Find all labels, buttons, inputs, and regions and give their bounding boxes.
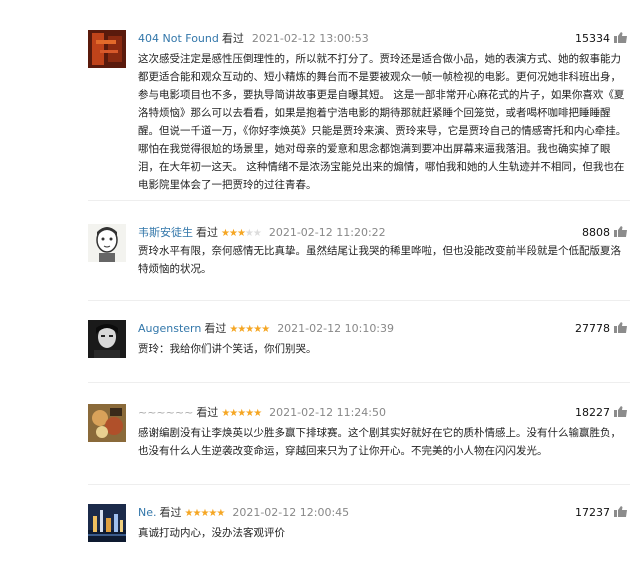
username-link[interactable]: ~~~~~~ [138,406,193,419]
username-link[interactable]: 韦斯安徒生 [138,226,193,239]
vote-number: 27778 [575,322,610,335]
vote-count: 27778 [575,320,628,338]
vote-count: 15334 [575,30,628,48]
vote-number: 15334 [575,32,610,45]
avatar[interactable] [88,504,126,542]
username-link[interactable]: Ne. [138,506,157,519]
watch-status: 看过 [196,226,218,239]
rating-stars: ★★★★★ [221,228,262,239]
rating-stars: ★★★★★ [221,408,262,419]
star-filled-icon: ★ [236,228,246,239]
thumbs-up-icon[interactable] [614,406,628,417]
rating-stars: ★★★★★ [185,508,226,519]
divider [88,382,630,383]
thumbs-up-icon[interactable] [614,322,628,333]
divider [88,300,630,301]
comment-text: 贾玲：我给你们讲个笑话，你们别哭。 [138,343,317,355]
thumbs-up-icon[interactable] [614,32,628,43]
comment-text: 真诚打动内心，没办法客观评价 [138,527,285,539]
vote-number: 8808 [582,226,610,239]
comment-header: 韦斯安徒生 看过 ★★★★★ 2021-02-12 11:20:22 [138,224,386,242]
thumbs-up-icon[interactable] [614,506,628,517]
comment-header: Augenstern 看过 ★★★★★ 2021-02-12 10:10:39 [138,320,394,338]
watch-status: 看过 [196,406,219,419]
avatar[interactable] [88,320,126,358]
comment-date: 2021-02-12 10:10:39 [277,322,395,335]
watch-status: 看过 [159,506,182,519]
comment-date: 2021-02-12 11:20:22 [268,226,386,239]
vote-count: 8808 [582,224,628,242]
vote-number: 18227 [575,406,610,419]
star-empty-icon: ★ [252,228,262,239]
comment-date: 2021-02-12 13:00:53 [251,32,369,45]
star-filled-icon: ★ [261,324,270,335]
star-filled-icon: ★ [221,228,230,239]
divider [88,200,630,201]
comment-date: 2021-02-12 11:24:50 [269,406,386,419]
username-link[interactable]: 404 Not Found [138,32,219,45]
thumbs-up-icon[interactable] [614,226,628,237]
comment-header: Ne. 看过 ★★★★★ 2021-02-12 12:00:45 [138,504,349,522]
vote-count: 17237 [575,504,628,522]
watch-status: 看过 [221,32,244,45]
vote-number: 17237 [575,506,610,519]
star-empty-icon: ★ [244,228,254,239]
vote-count: 18227 [575,404,628,422]
star-filled-icon: ★ [253,408,262,419]
avatar[interactable] [88,224,126,262]
watch-status: 看过 [204,322,227,335]
divider [88,484,630,485]
avatar[interactable] [88,404,126,442]
comment-text: 贾玲水平有限，奈何感情无比真挚。虽然结尾让我哭的稀里哗啦，但也没能改变前半段就是… [138,245,621,275]
comment-text: 这次感受注定是感性压倒理性的，所以就不打分了。贾玲还是适合做小品，她的表演方式、… [138,53,627,191]
comment-header: 404 Not Found 看过 2021-02-12 13:00:53 [138,30,369,48]
comment-date: 2021-02-12 12:00:45 [232,506,350,519]
star-filled-icon: ★ [245,408,254,419]
avatar[interactable] [88,30,126,68]
username-link[interactable]: Augenstern [138,322,201,335]
star-filled-icon: ★ [216,508,225,519]
comment-header: ~~~~~~ 看过 ★★★★★ 2021-02-12 11:24:50 [138,404,386,422]
comment-text: 感谢编剧没有让李焕英以少胜多赢下排球赛。这个剧其实好就好在它的质朴情感上。没有什… [138,427,621,457]
rating-stars: ★★★★★ [229,324,270,335]
star-filled-icon: ★ [228,228,238,239]
